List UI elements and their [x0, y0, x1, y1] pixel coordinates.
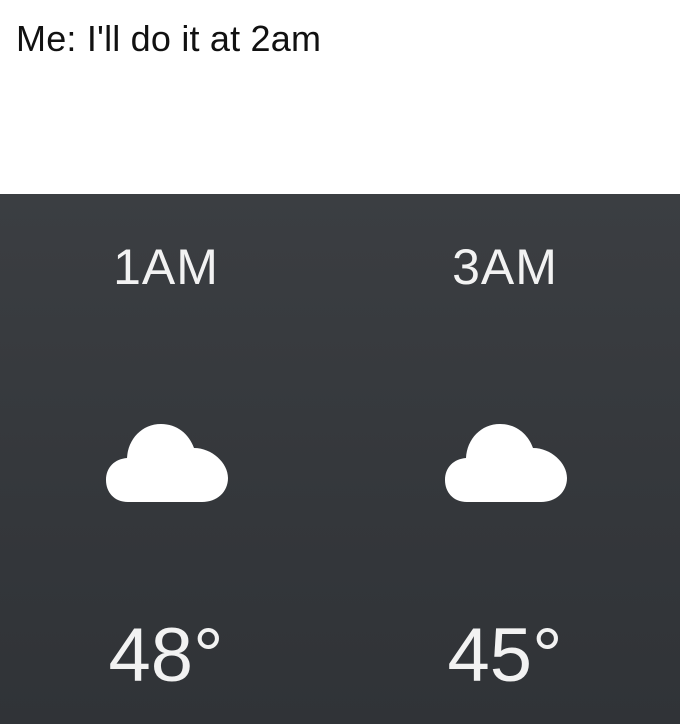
forecast-temperature: 48°	[108, 613, 224, 698]
meme-caption-area: Me: I'll do it at 2am	[0, 0, 680, 194]
meme-caption: Me: I'll do it at 2am	[16, 18, 322, 59]
cloud-icon	[445, 424, 567, 502]
forecast-time: 3AM	[452, 239, 558, 295]
forecast-hour-1am: 1AM 48°	[66, 194, 266, 724]
forecast-temperature: 45°	[447, 613, 563, 698]
forecast-time: 1AM	[113, 239, 219, 295]
cloud-icon	[106, 424, 228, 502]
hourly-forecast-panel: 1AM 48° 3AM 45°	[0, 194, 680, 724]
forecast-hour-3am: 3AM 45°	[405, 194, 605, 724]
